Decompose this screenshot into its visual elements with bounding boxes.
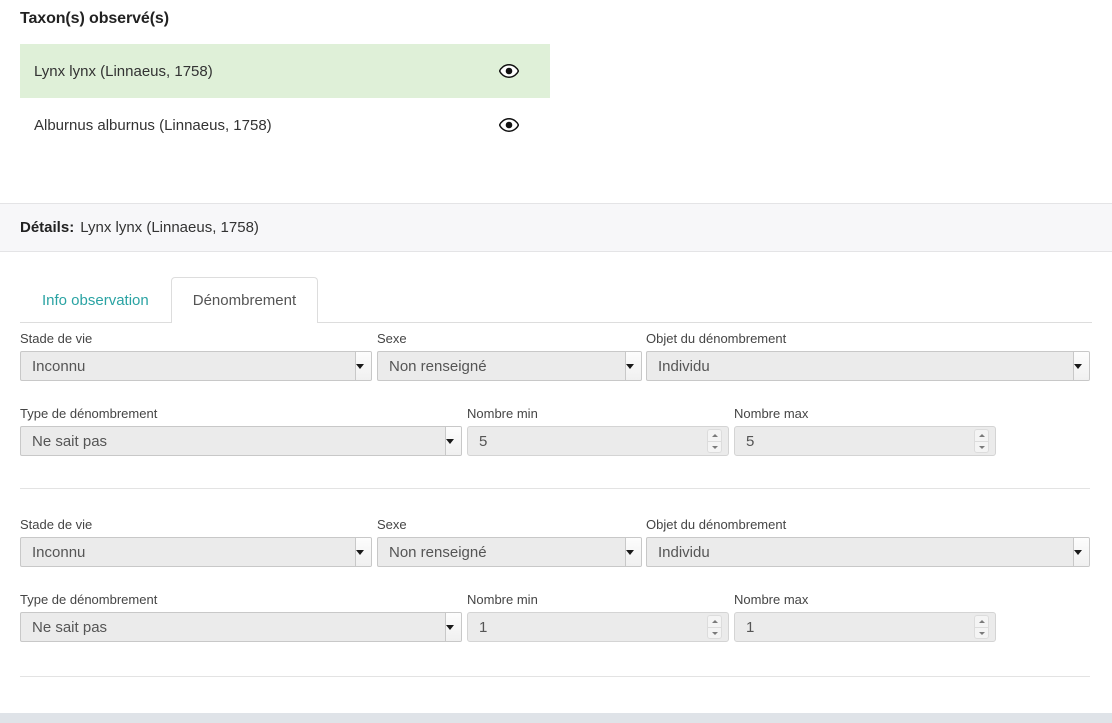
field-sexe-1: Sexe Non renseigné bbox=[377, 331, 642, 381]
field-label: Type de dénombrement bbox=[20, 592, 158, 607]
field-label: Nombre min bbox=[467, 592, 538, 607]
chevron-down-icon bbox=[355, 352, 371, 380]
selected-value: Non renseigné bbox=[389, 357, 487, 375]
objet-denombrement-select-2[interactable]: Individu bbox=[646, 537, 1090, 567]
stepper-icon[interactable] bbox=[707, 428, 722, 454]
field-label: Stade de vie bbox=[20, 517, 93, 532]
details-label: Détails: bbox=[20, 219, 75, 236]
nombre-min-input-2[interactable]: 1 bbox=[467, 612, 729, 642]
selected-value: Individu bbox=[658, 357, 710, 375]
selected-value: Non renseigné bbox=[389, 543, 487, 561]
tab-denombrement[interactable]: Dénombrement bbox=[170, 277, 319, 323]
selected-value: Individu bbox=[658, 543, 710, 561]
field-label: Nombre max bbox=[734, 406, 809, 421]
field-label: Nombre max bbox=[734, 592, 809, 607]
chevron-down-icon bbox=[1073, 352, 1089, 380]
taxon-list: Lynx lynx (Linnaeus, 1758) Alburnus albu… bbox=[20, 44, 550, 152]
eye-icon[interactable] bbox=[498, 114, 520, 136]
input-value: 1 bbox=[746, 618, 755, 636]
chevron-down-icon bbox=[625, 352, 641, 380]
taxon-name: Lynx lynx (Linnaeus, 1758) bbox=[34, 62, 213, 80]
field-label: Stade de vie bbox=[20, 331, 93, 346]
page-title: Taxon(s) observé(s) bbox=[20, 10, 169, 27]
field-type-denombrement-2: Type de dénombrement Ne sait pas bbox=[20, 592, 462, 642]
stepper-down-icon[interactable] bbox=[707, 627, 722, 639]
input-value: 5 bbox=[746, 432, 755, 450]
details-header: Détails: Lynx lynx (Linnaeus, 1758) bbox=[0, 203, 1112, 252]
chevron-down-icon bbox=[445, 613, 461, 641]
sexe-select-1[interactable]: Non renseigné bbox=[377, 351, 642, 381]
field-label: Objet du dénombrement bbox=[646, 517, 787, 532]
nombre-max-input-2[interactable]: 1 bbox=[734, 612, 996, 642]
tab-info-observation[interactable]: Info observation bbox=[20, 277, 171, 322]
eye-icon[interactable] bbox=[498, 60, 520, 82]
bottom-divider bbox=[20, 676, 1090, 677]
taxon-list-item-lynx-lynx[interactable]: Lynx lynx (Linnaeus, 1758) bbox=[20, 44, 550, 98]
field-label: Nombre min bbox=[467, 406, 538, 421]
field-label: Objet du dénombrement bbox=[646, 331, 787, 346]
stepper-icon[interactable] bbox=[707, 614, 722, 640]
field-type-denombrement-1: Type de dénombrement Ne sait pas bbox=[20, 406, 462, 456]
input-value: 5 bbox=[479, 432, 488, 450]
taxon-list-item-alburnus-alburnus[interactable]: Alburnus alburnus (Linnaeus, 1758) bbox=[20, 98, 550, 152]
input-value: 1 bbox=[479, 618, 488, 636]
taxon-name: Alburnus alburnus (Linnaeus, 1758) bbox=[34, 116, 272, 134]
details-taxon-name: Lynx lynx (Linnaeus, 1758) bbox=[80, 219, 259, 236]
field-nombre-max-2: Nombre max 1 bbox=[734, 592, 996, 642]
nombre-min-input-1[interactable]: 5 bbox=[467, 426, 729, 456]
stade-de-vie-select-2[interactable]: Inconnu bbox=[20, 537, 372, 567]
chevron-down-icon bbox=[445, 427, 461, 455]
stepper-down-icon[interactable] bbox=[974, 627, 989, 639]
field-label: Type de dénombrement bbox=[20, 406, 158, 421]
field-nombre-min-2: Nombre min 1 bbox=[467, 592, 729, 642]
type-denombrement-select-1[interactable]: Ne sait pas bbox=[20, 426, 462, 456]
selected-value: Inconnu bbox=[32, 357, 86, 375]
stepper-down-icon[interactable] bbox=[974, 441, 989, 453]
field-label: Sexe bbox=[377, 331, 407, 346]
stepper-up-icon[interactable] bbox=[974, 429, 989, 441]
stepper-down-icon[interactable] bbox=[707, 441, 722, 453]
chevron-down-icon bbox=[625, 538, 641, 566]
group-divider bbox=[20, 488, 1090, 489]
chevron-down-icon bbox=[1073, 538, 1089, 566]
stade-de-vie-select-1[interactable]: Inconnu bbox=[20, 351, 372, 381]
type-denombrement-select-2[interactable]: Ne sait pas bbox=[20, 612, 462, 642]
selected-value: Ne sait pas bbox=[32, 618, 108, 636]
field-stade-de-vie-2: Stade de vie Inconnu bbox=[20, 517, 372, 567]
stepper-up-icon[interactable] bbox=[707, 429, 722, 441]
field-objet-denombrement-1: Objet du dénombrement Individu bbox=[646, 331, 1090, 381]
chevron-down-icon bbox=[355, 538, 371, 566]
footer-strip bbox=[0, 713, 1112, 723]
field-nombre-max-1: Nombre max 5 bbox=[734, 406, 996, 456]
stepper-up-icon[interactable] bbox=[707, 615, 722, 627]
field-label: Sexe bbox=[377, 517, 407, 532]
stepper-up-icon[interactable] bbox=[974, 615, 989, 627]
field-stade-de-vie-1: Stade de vie Inconnu bbox=[20, 331, 372, 381]
sexe-select-2[interactable]: Non renseigné bbox=[377, 537, 642, 567]
objet-denombrement-select-1[interactable]: Individu bbox=[646, 351, 1090, 381]
tab-bar: Info observation Dénombrement bbox=[20, 277, 1092, 323]
field-sexe-2: Sexe Non renseigné bbox=[377, 517, 642, 567]
nombre-max-input-1[interactable]: 5 bbox=[734, 426, 996, 456]
stepper-icon[interactable] bbox=[974, 614, 989, 640]
page-root: Taxon(s) observé(s) Lynx lynx (Linnaeus,… bbox=[0, 0, 1112, 723]
field-objet-denombrement-2: Objet du dénombrement Individu bbox=[646, 517, 1090, 567]
selected-value: Inconnu bbox=[32, 543, 86, 561]
stepper-icon[interactable] bbox=[974, 428, 989, 454]
field-nombre-min-1: Nombre min 5 bbox=[467, 406, 729, 456]
selected-value: Ne sait pas bbox=[32, 432, 108, 450]
